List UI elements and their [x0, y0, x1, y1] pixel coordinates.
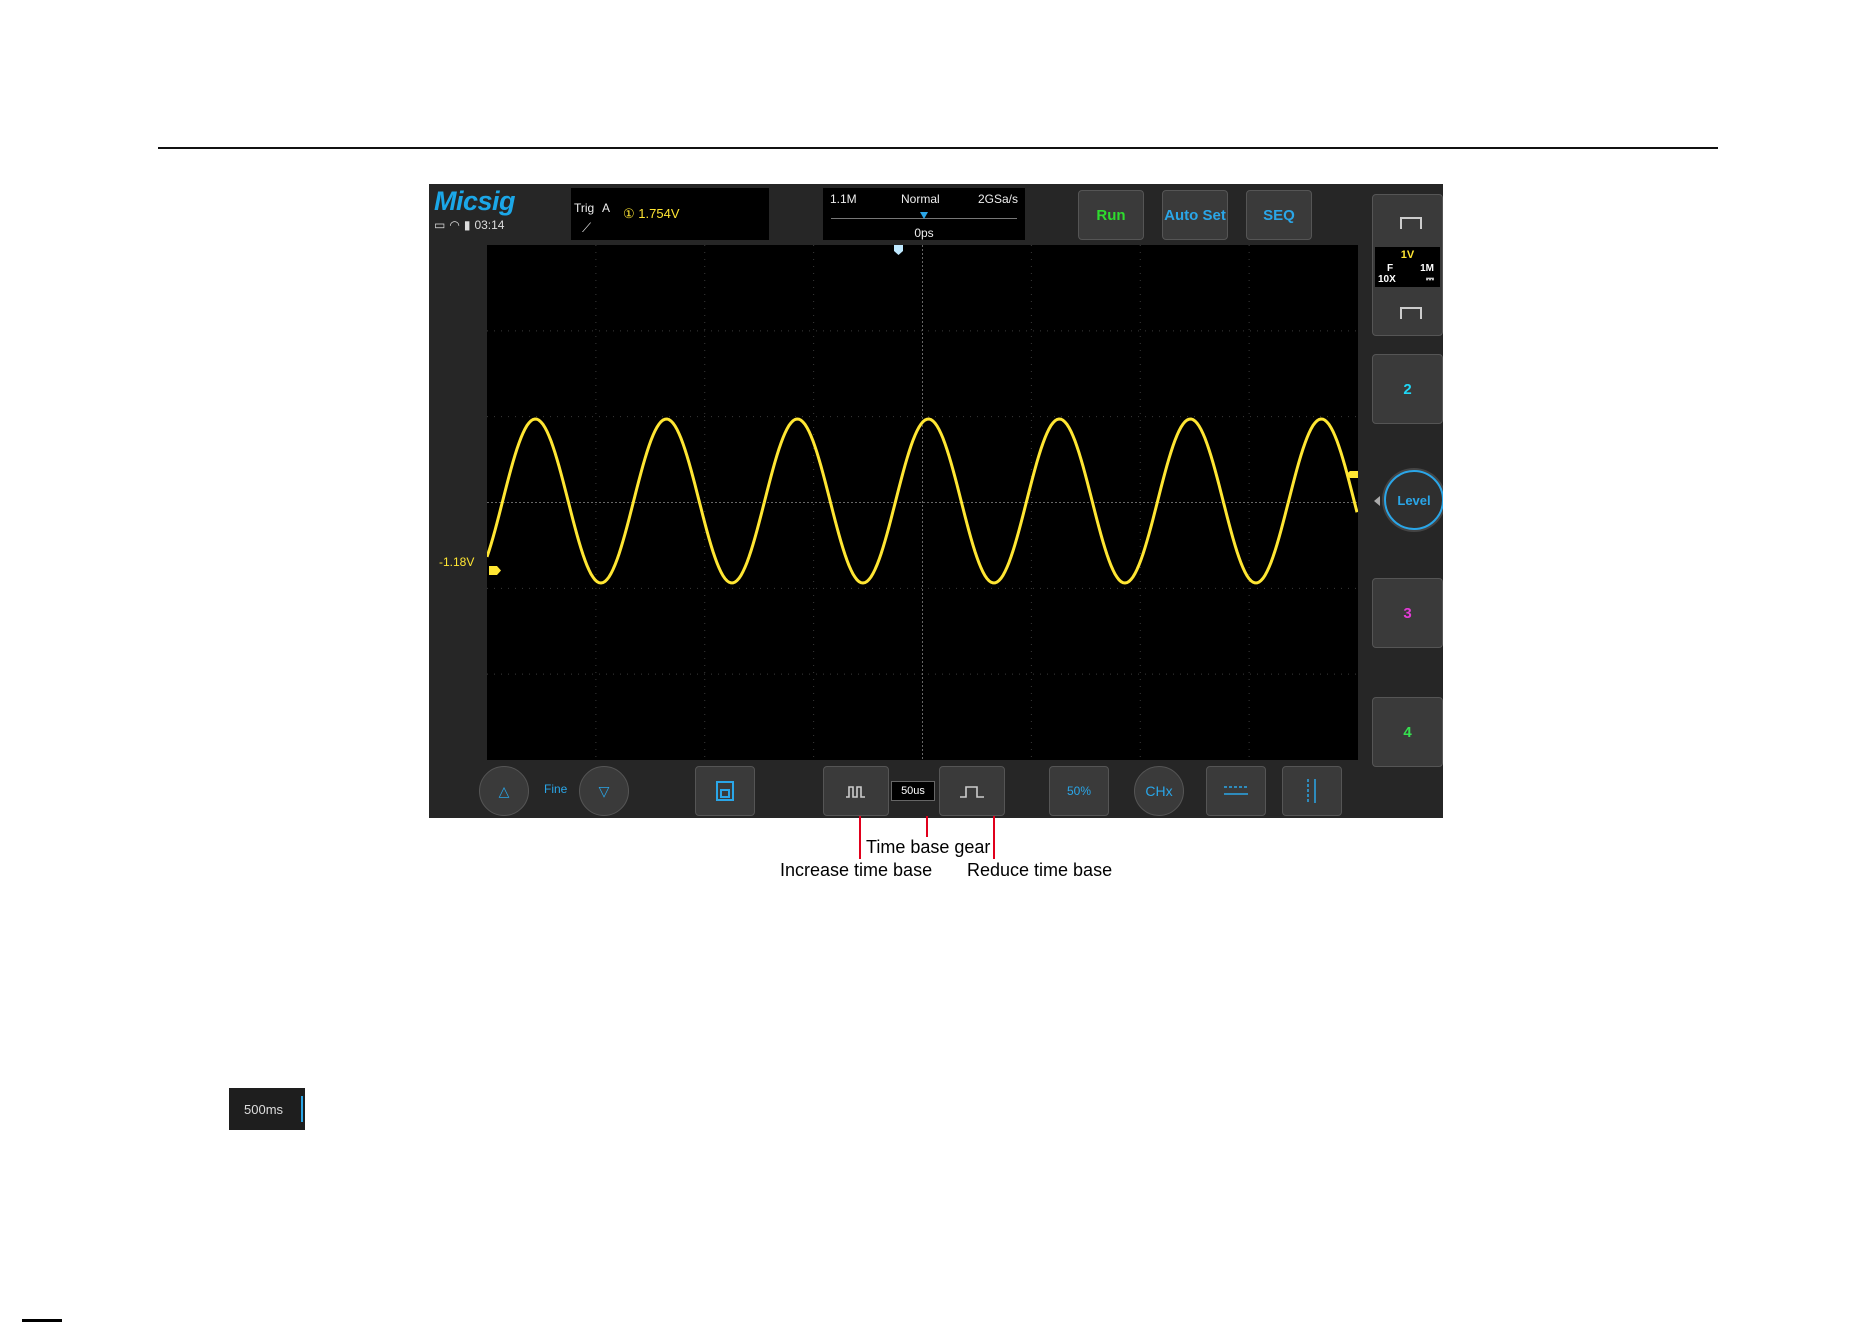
trigger-info[interactable]: Trig A ⟋ ① 1.754V [571, 188, 769, 240]
trigger-level-value: 1.754V [638, 206, 680, 221]
chx-button[interactable]: CHx [1134, 766, 1184, 816]
channel-3-button[interactable]: 3 [1372, 578, 1443, 648]
micsig-logo: Micsig [434, 186, 516, 216]
fine-up-button[interactable]: △ [479, 766, 529, 816]
channel-marker: ① [623, 206, 635, 221]
battery-icon: ▮ [463, 218, 471, 232]
time-base-gear[interactable]: 50us [891, 781, 935, 801]
trigger-mode: Normal [901, 192, 940, 206]
save-icon [716, 781, 734, 801]
horizontal-position: 0ps [914, 226, 934, 240]
reduce-time-base-button[interactable] [939, 766, 1005, 816]
increase-callout-line [859, 816, 861, 859]
oscilloscope-screen: Micsig ▭ ◠ ▮ 03:14 Trig A ⟋ ① 1.754V 1.1… [429, 184, 1443, 818]
channel-1-info[interactable]: 1V F 1M 10X ⎓ [1375, 247, 1440, 287]
memory-depth: 1.1M [830, 192, 857, 206]
sample-rate: 2GSa/s [977, 192, 1018, 206]
pulse-up-icon[interactable] [1400, 217, 1422, 229]
time-base-gear-sample: 500ms [229, 1088, 305, 1130]
increase-callout: Increase time base [780, 860, 933, 880]
channel-1-probe: 10X [1378, 274, 1396, 285]
seq-button[interactable]: SEQ [1246, 190, 1312, 240]
channel-1-panel[interactable]: 1V F 1M 10X ⎓ [1372, 194, 1443, 336]
level-knob[interactable]: Level [1384, 470, 1443, 530]
waveform-plot[interactable] [487, 245, 1358, 760]
level-arrow-icon [1374, 496, 1380, 506]
channel-1-impedance: 1M [1420, 263, 1434, 274]
auto-set-button[interactable]: Auto Set [1162, 190, 1228, 240]
page-rule [158, 147, 1718, 149]
channel-1-coupling: F [1387, 263, 1394, 274]
clock-text: 03:14 [474, 218, 505, 232]
horizontal-cursor-icon [1224, 786, 1248, 795]
channel-1-dc: ⎓ [1426, 274, 1434, 285]
wifi-icon: ◠ [449, 218, 460, 232]
status-row: ▭ ◠ ▮ 03:14 [434, 218, 504, 232]
vertical-cursor-button[interactable] [1282, 766, 1342, 816]
gear-sample-cursor [301, 1096, 303, 1122]
display-icon: ▭ [434, 218, 446, 232]
reduce-callout-line [993, 816, 995, 859]
gear-callout: Time base gear [866, 837, 991, 857]
fifty-percent-button[interactable]: 50% [1049, 766, 1109, 816]
footer-mark [22, 1319, 62, 1322]
save-button[interactable] [695, 766, 755, 816]
channel-2-button[interactable]: 2 [1372, 354, 1443, 424]
channel-4-button[interactable]: 4 [1372, 697, 1443, 767]
timebase-info[interactable]: 1.1M Normal 2GSa/s 0ps [823, 188, 1025, 240]
trigger-level: ① 1.754V [623, 206, 679, 222]
narrow-pulse-icon [846, 786, 865, 798]
rising-edge-icon: ⟋ [582, 220, 592, 235]
horizontal-cursor-button[interactable] [1206, 766, 1266, 816]
fine-label: Fine [544, 782, 568, 796]
fine-down-button[interactable]: ▽ [579, 766, 629, 816]
trigger-source: A [602, 201, 611, 215]
reduce-callout: Reduce time base [967, 860, 1113, 880]
gear-sample-value: 500ms [244, 1101, 284, 1117]
run-button[interactable]: Run [1078, 190, 1144, 240]
waveform-svg [487, 245, 1358, 760]
increase-time-base-button[interactable] [823, 766, 889, 816]
channel-1-volts: 1V [1400, 249, 1415, 261]
vertical-cursor-icon [1307, 779, 1316, 803]
time-position-marker [920, 212, 928, 219]
wide-pulse-icon [960, 786, 984, 798]
gear-callout-line [926, 816, 928, 837]
pulse-down-icon[interactable] [1400, 307, 1422, 319]
trigger-label: Trig [574, 201, 595, 215]
channel-offset-label: -1.18V [439, 555, 475, 569]
